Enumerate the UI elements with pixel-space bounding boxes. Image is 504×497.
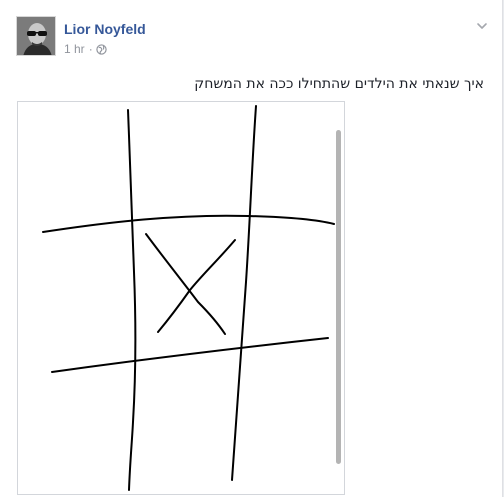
- timestamp-link[interactable]: 1 hr: [64, 42, 85, 56]
- post-photo[interactable]: [17, 101, 345, 495]
- feed-post: Lior Noyfeld 1 hr · איך שנאתי את הילדים …: [0, 0, 503, 497]
- author-name-link[interactable]: Lior Noyfeld: [64, 21, 146, 37]
- avatar[interactable]: [16, 16, 56, 56]
- chevron-down-icon[interactable]: [475, 19, 489, 33]
- tic-tac-toe-drawing: [42, 105, 335, 491]
- photo-scrollbar[interactable]: [336, 130, 341, 464]
- globe-icon[interactable]: [96, 43, 107, 55]
- meta-separator: ·: [88, 42, 93, 56]
- post-meta: 1 hr ·: [64, 42, 107, 56]
- post-text: איך שנאתי את הילדים שהתחילו ככה את המשחק: [194, 76, 484, 92]
